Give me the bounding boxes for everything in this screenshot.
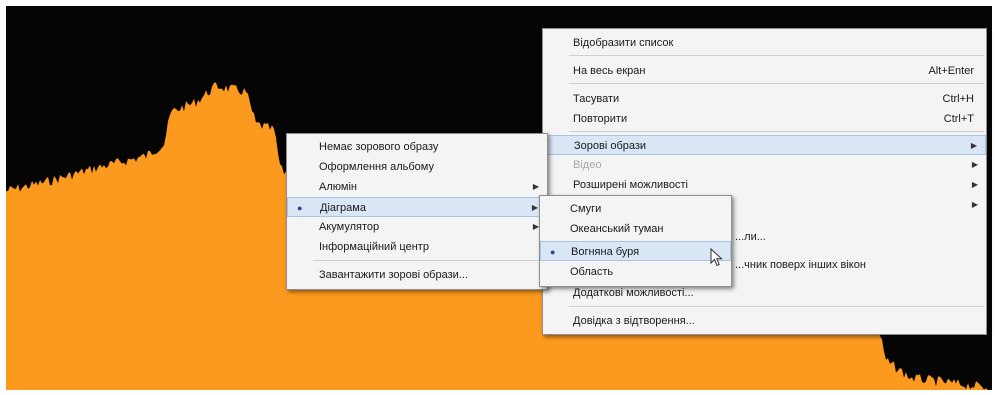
submenu-arrow-icon: ▶	[971, 180, 978, 189]
context-menu: Відобразити список На весь екран Alt+Ent…	[542, 28, 987, 335]
menu-item-shuffle[interactable]: Тасувати Ctrl+H	[543, 89, 986, 109]
menu-separator	[313, 260, 545, 261]
menu-item-fire-storm[interactable]: ● Вогняна буря	[540, 241, 731, 261]
menu-item-label: ...ли...	[735, 231, 766, 243]
menu-item-playback-help[interactable]: Довідка з відтворення...	[543, 311, 986, 331]
visualizations-submenu: Немає зорового образу Оформлення альбому…	[286, 133, 548, 290]
menu-item-label: Алюмін	[319, 181, 357, 193]
menu-item-label: Оформлення альбому	[319, 161, 434, 173]
menu-item-bars[interactable]: Смуги	[540, 199, 731, 219]
chart-submenu: Смуги Океанський туман ● Вогняна буря Об…	[539, 195, 732, 287]
menu-item-label: Вогняна буря	[571, 246, 640, 258]
menu-separator	[569, 83, 984, 84]
menu-item-video[interactable]: Відео ▶	[543, 155, 986, 175]
menu-item-fullscreen[interactable]: На весь екран Alt+Enter	[543, 61, 986, 81]
menu-item-download-visualizations[interactable]: Завантажити зорові образи...	[287, 265, 547, 285]
submenu-arrow-icon: ▶	[531, 203, 538, 212]
menu-shortcut: Ctrl+H	[942, 93, 974, 105]
submenu-arrow-icon: ▶	[532, 182, 539, 191]
menu-item-info-center[interactable]: Інформаційний центр	[287, 237, 547, 257]
menu-item-label: ...чник поверх інших вікон	[735, 259, 866, 271]
selected-bullet-icon: ●	[550, 247, 556, 257]
menu-item-bars-and-waves[interactable]: ● Діаграма ▶	[287, 197, 547, 217]
menu-item-no-visualization[interactable]: Немає зорового образу	[287, 137, 547, 157]
menu-shortcut: Alt+Enter	[928, 65, 974, 77]
menu-separator	[569, 306, 984, 307]
menu-item-battery[interactable]: Акумулятор ▶	[287, 217, 547, 237]
menu-item-repeat[interactable]: Повторити Ctrl+T	[543, 109, 986, 129]
menu-separator	[569, 131, 984, 132]
menu-item-album-art[interactable]: Оформлення альбому	[287, 157, 547, 177]
menu-item-label: Зорові образи	[574, 140, 647, 152]
menu-item-label: Смуги	[570, 203, 602, 215]
selected-bullet-icon: ●	[297, 203, 303, 213]
submenu-arrow-icon: ▶	[970, 141, 977, 150]
menu-shortcut: Ctrl+T	[943, 113, 974, 125]
menu-item-enhancements[interactable]: Розширені можливості ▶	[543, 175, 986, 195]
menu-item-visualizations[interactable]: Зорові образи ▶	[543, 135, 986, 155]
mouse-cursor-icon	[710, 248, 723, 267]
menu-item-alchemy[interactable]: Алюмін ▶	[287, 177, 547, 197]
menu-item-label: Завантажити зорові образи...	[319, 269, 468, 281]
menu-item-label: Відобразити список	[573, 37, 674, 49]
menu-separator	[569, 55, 984, 56]
menu-item-label: Довідка з відтворення...	[573, 315, 695, 327]
menu-item-label: На весь екран	[573, 65, 646, 77]
menu-item-label: Немає зорового образу	[319, 141, 439, 153]
submenu-arrow-icon: ▶	[971, 200, 978, 209]
menu-item-label: Діаграма	[320, 202, 366, 214]
menu-item-show-list[interactable]: Відобразити список	[543, 33, 986, 53]
menu-item-label: Область	[570, 266, 614, 278]
menu-item-area[interactable]: Область	[540, 262, 731, 282]
menu-item-label: Тасувати	[573, 93, 620, 105]
menu-item-ocean-mist[interactable]: Океанський туман	[540, 219, 731, 239]
menu-item-label: Відео	[573, 159, 602, 171]
menu-item-label: Океанський туман	[570, 223, 664, 235]
menu-item-label: Інформаційний центр	[319, 241, 429, 253]
submenu-arrow-icon: ▶	[971, 160, 978, 169]
menu-item-label: Акумулятор	[319, 221, 380, 233]
menu-item-label: Розширені можливості	[573, 179, 688, 191]
menu-item-label: Повторити	[573, 113, 628, 125]
